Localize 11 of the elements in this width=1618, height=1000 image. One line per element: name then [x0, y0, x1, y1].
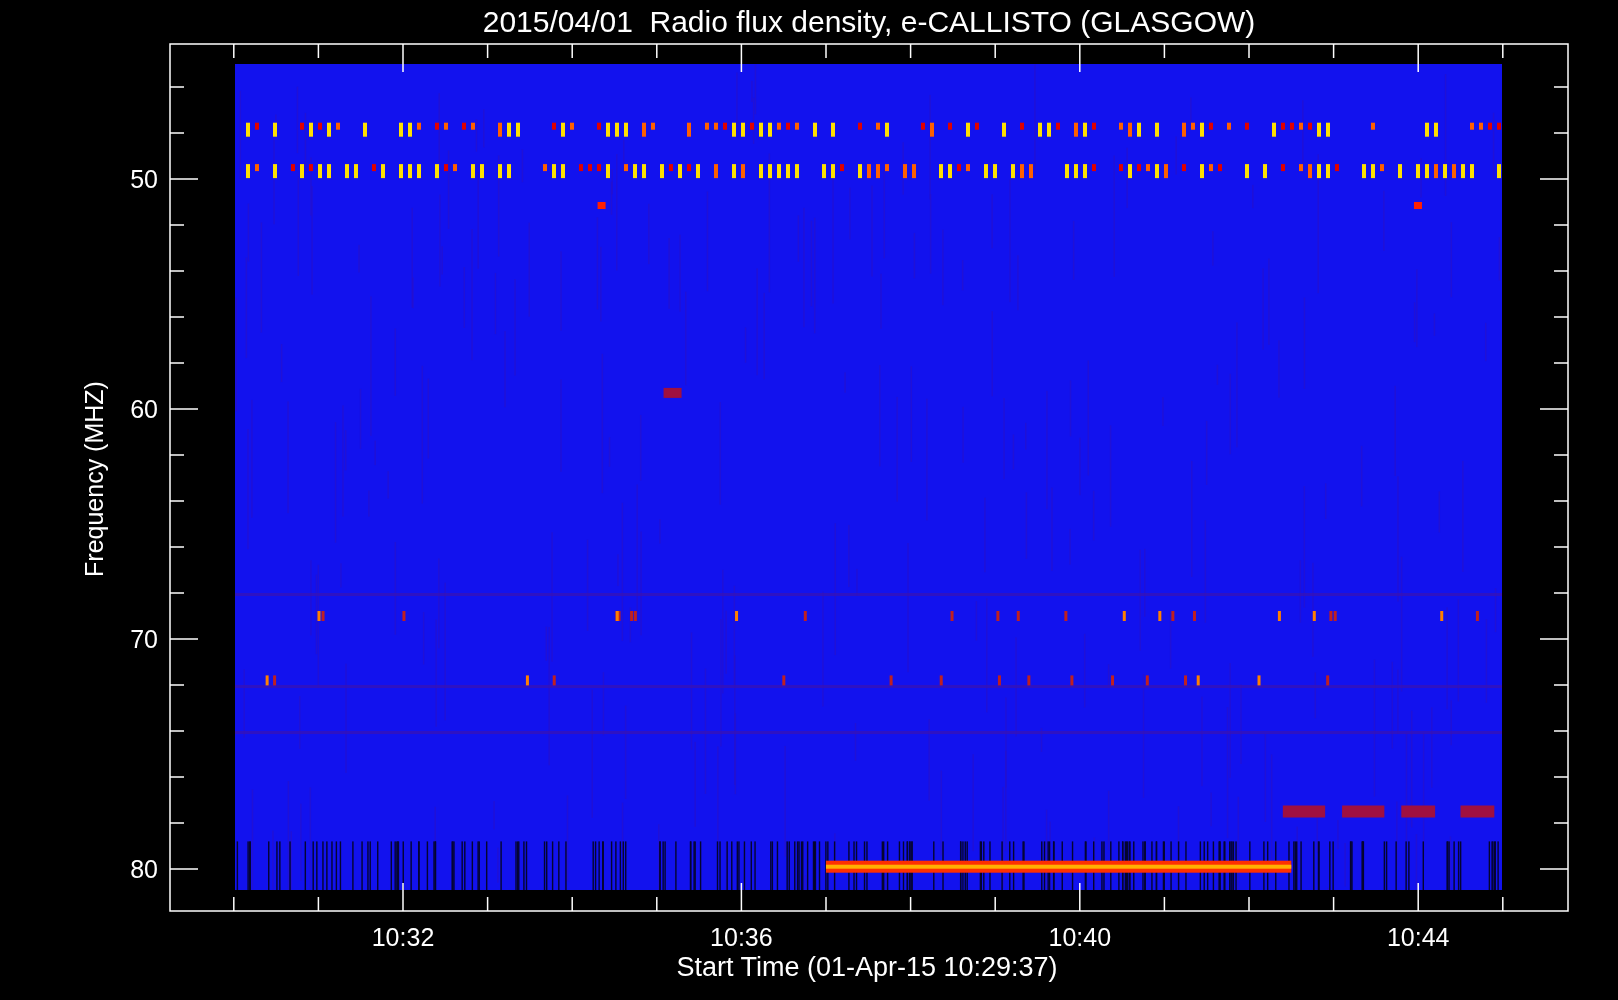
y-tick-label: 50 [130, 165, 158, 193]
x-tick-label: 10:32 [371, 923, 435, 951]
x-axis-label: Start Time (01-Apr-15 10:29:37) [676, 952, 1058, 982]
y-tick-label: 80 [130, 855, 158, 883]
x-tick-label: 10:36 [710, 923, 773, 951]
x-tick-label: 10:44 [1386, 923, 1450, 951]
chart-title: 2015/04/01 Radio flux density, e-CALLISTO (GLASGOW) [482, 5, 1256, 38]
y-tick-label: 70 [130, 625, 158, 653]
y-tick-label: 60 [130, 395, 158, 423]
x-tick-label: 10:40 [1048, 923, 1112, 951]
y-axis-label: Frequency (MHZ) [80, 381, 108, 577]
